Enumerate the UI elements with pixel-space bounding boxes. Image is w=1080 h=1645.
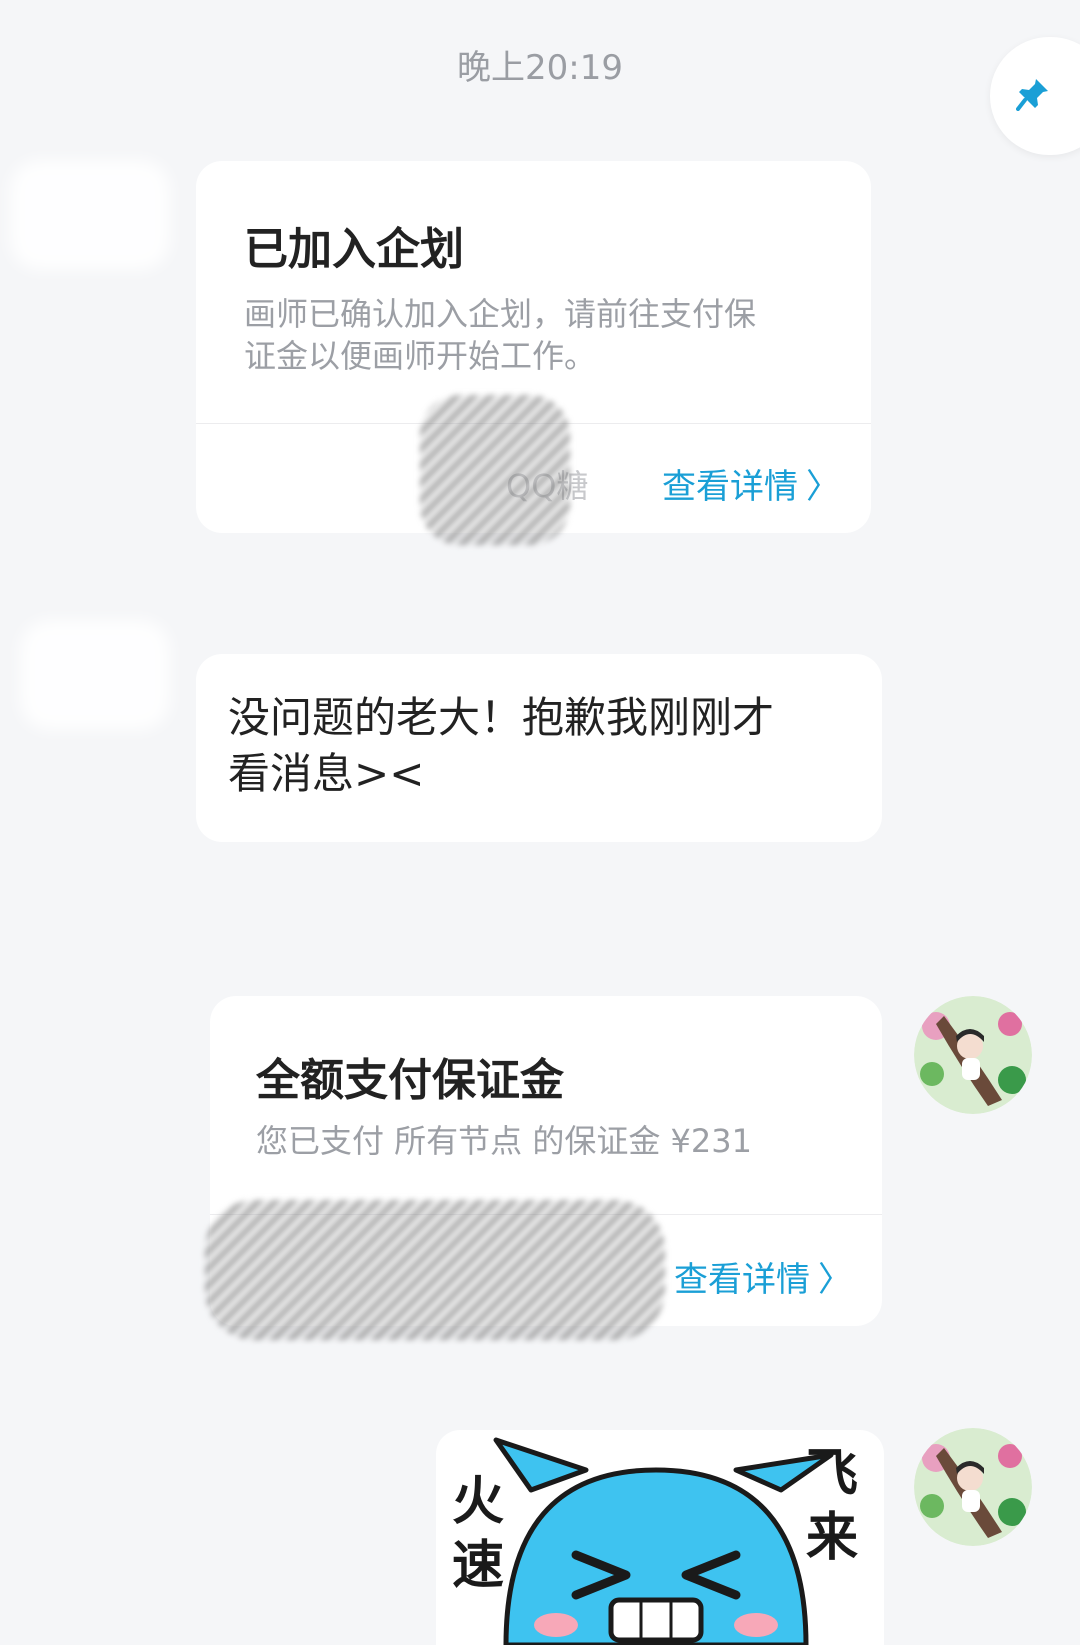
- card-description: 画师已确认加入企划，请前往支付保 证金以便画师开始工作。: [244, 295, 757, 375]
- avatar[interactable]: [914, 1428, 1032, 1546]
- pin-icon: [1016, 79, 1048, 111]
- message-line: 没问题的老大！抱歉我刚刚才: [228, 693, 775, 742]
- card-title: 已加入企划: [244, 224, 464, 275]
- deposit-paid-card[interactable]: 全额支付保证金 您已支付 所有节点 的保证金 ¥231 查看详情〉: [210, 996, 882, 1326]
- redacted-avatar: [20, 620, 170, 730]
- sticker-text-right: 飞来: [806, 1444, 859, 1568]
- sticker-text-left: 火速: [452, 1472, 505, 1596]
- card-divider: [196, 423, 871, 424]
- view-details-link[interactable]: 查看详情〉: [674, 1252, 852, 1301]
- message-line: 看消息><: [228, 749, 425, 798]
- card-divider: [210, 1214, 882, 1215]
- chevron-right-icon: 〉: [806, 467, 840, 507]
- timestamp: 晚上20:19: [457, 48, 623, 88]
- sticker-message[interactable]: 火速 飞来: [436, 1430, 884, 1645]
- view-details-link[interactable]: 查看详情〉: [662, 459, 840, 508]
- redacted-avatar: [10, 160, 170, 270]
- card-title: 全额支付保证金: [256, 1055, 564, 1106]
- avatar[interactable]: [914, 996, 1032, 1114]
- card-sender: QQ糖: [506, 467, 589, 505]
- view-details-label: 查看详情: [674, 1260, 810, 1300]
- project-joined-card[interactable]: 已加入企划 画师已确认加入企划，请前往支付保 证金以便画师开始工作。 QQ糖 查…: [196, 161, 871, 533]
- view-details-label: 查看详情: [662, 467, 798, 507]
- card-description: 您已支付 所有节点 的保证金 ¥231: [256, 1122, 752, 1160]
- chat-message-bubble[interactable]: 没问题的老大！抱歉我刚刚才 看消息><: [196, 654, 882, 842]
- chevron-right-icon: 〉: [818, 1260, 852, 1300]
